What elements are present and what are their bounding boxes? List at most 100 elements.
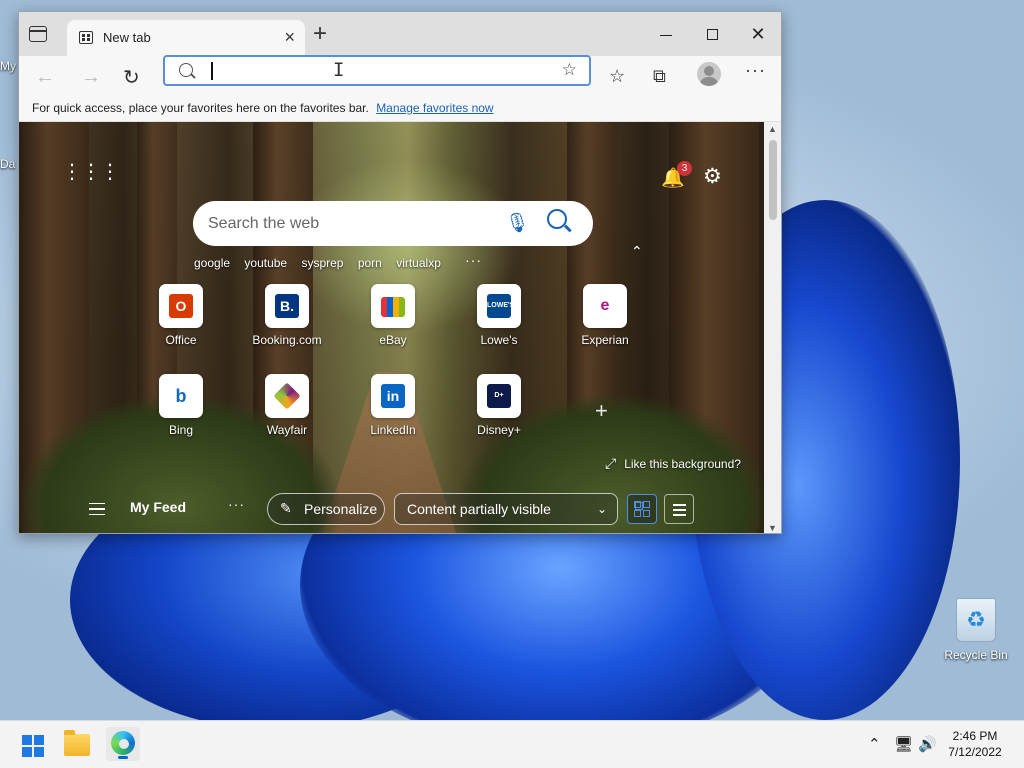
tab-new-tab[interactable]: New tab × xyxy=(67,20,305,56)
forward-icon[interactable]: → xyxy=(81,66,101,89)
system-clock[interactable]: 2:46 PM 7/12/2022 xyxy=(944,728,1006,760)
clock-date: 7/12/2022 xyxy=(948,745,1002,759)
settings-gear-icon[interactable]: ⚙ xyxy=(703,164,722,188)
desktop-icon-label[interactable]: Da xyxy=(0,157,15,171)
quick-link-experian[interactable]: e Experian xyxy=(560,284,650,347)
back-icon[interactable]: ← xyxy=(35,66,55,89)
recycle-bin-label: Recycle Bin xyxy=(944,648,1008,662)
quick-link-label: eBay xyxy=(379,333,407,347)
minimize-button[interactable] xyxy=(643,18,689,50)
feed-more-icon[interactable]: ··· xyxy=(228,496,245,512)
file-explorer-icon[interactable] xyxy=(64,730,90,756)
wayfair-icon xyxy=(273,382,301,410)
app-launcher-icon[interactable]: ⋮⋮⋮ xyxy=(62,161,120,181)
maximize-icon xyxy=(706,29,718,40)
quick-link-label: Booking.com xyxy=(252,333,322,347)
quick-link-bing[interactable]: b Bing xyxy=(136,374,226,437)
content-visibility-dropdown[interactable]: Content partially visible ⌄ xyxy=(394,493,618,525)
start-button[interactable] xyxy=(22,735,44,757)
personalize-button[interactable]: ✎ Personalize xyxy=(267,493,385,525)
quick-link-linkedin[interactable]: in LinkedIn xyxy=(348,374,438,437)
office-icon: O xyxy=(169,294,193,318)
like-background-label: Like this background? xyxy=(624,457,741,471)
browser-window: New tab × + ✕ ← → ↻ I ☆ ☆ ⧉ ··· For quic… xyxy=(18,11,782,534)
desktop-icon-label[interactable]: My xyxy=(0,59,16,73)
quick-search-link[interactable]: virtualxp xyxy=(396,256,441,270)
chevron-down-icon: ⌄ xyxy=(596,502,607,516)
new-tab-favicon-icon xyxy=(79,31,93,44)
quick-search-link[interactable]: youtube xyxy=(244,256,287,270)
quick-search-link[interactable]: google xyxy=(194,256,230,270)
windows-logo-icon xyxy=(34,735,44,745)
grid-icon xyxy=(643,510,650,517)
minimize-icon xyxy=(660,34,672,36)
quick-link-disney[interactable]: D+ Disney+ xyxy=(454,374,544,437)
quick-search-link[interactable]: sysprep xyxy=(301,256,343,270)
scroll-down-icon[interactable]: ▼ xyxy=(768,523,777,533)
recycle-bin-icon xyxy=(956,598,996,642)
my-feed-tab[interactable]: My Feed xyxy=(130,499,186,515)
favorites-icon[interactable]: ☆ xyxy=(609,66,625,87)
more-options-icon[interactable]: ··· xyxy=(745,60,766,81)
experian-icon: e xyxy=(593,294,617,318)
add-favorite-icon[interactable]: ☆ xyxy=(562,60,577,80)
content-visibility-value: Content partially visible xyxy=(407,501,551,517)
tab-actions-icon[interactable] xyxy=(29,26,47,42)
edge-icon xyxy=(111,731,135,755)
quick-link-booking[interactable]: B. Booking.com xyxy=(242,284,332,347)
active-indicator xyxy=(118,756,128,759)
collections-icon[interactable]: ⧉ xyxy=(653,66,666,87)
refresh-icon[interactable]: ↻ xyxy=(123,65,140,89)
grid-icon xyxy=(634,501,641,508)
volume-icon[interactable]: 🔊 xyxy=(918,735,937,753)
profile-avatar[interactable] xyxy=(697,62,721,86)
quick-link-wayfair[interactable]: Wayfair xyxy=(242,374,332,437)
favorites-bar: For quick access, place your favorites h… xyxy=(19,100,781,122)
page-scrollbar[interactable]: ▲ ▼ xyxy=(764,122,781,533)
close-window-button[interactable]: ✕ xyxy=(735,18,781,50)
search-placeholder: Search the web xyxy=(208,215,320,232)
address-bar[interactable]: I ☆ xyxy=(163,55,591,86)
scrollbar-thumb[interactable] xyxy=(769,140,777,220)
scroll-up-icon[interactable]: ▲ xyxy=(768,124,777,134)
network-icon[interactable]: 🖥 xyxy=(894,735,913,753)
clock-time: 2:46 PM xyxy=(952,729,998,743)
add-shortcut-button[interactable]: + xyxy=(595,398,608,424)
lowes-icon: LOWE'S xyxy=(487,294,514,318)
ebay-bag-icon xyxy=(381,297,405,317)
web-search-box[interactable]: Search the web 🎙 xyxy=(193,201,593,246)
grid-icon xyxy=(643,501,650,508)
maximize-button[interactable] xyxy=(689,18,735,50)
recycle-bin[interactable]: Recycle Bin xyxy=(940,598,1012,664)
quick-link-label: Disney+ xyxy=(477,423,521,437)
quick-link-label: LinkedIn xyxy=(370,423,416,437)
grid-icon xyxy=(634,510,641,517)
show-hidden-icons-chevron-icon[interactable]: ⌃ xyxy=(868,735,881,753)
grid-view-button[interactable] xyxy=(627,494,657,524)
quick-searches: google youtube sysprep porn virtualxp xyxy=(194,256,452,270)
collapse-chevron-up-icon[interactable]: ⌃ xyxy=(631,244,643,260)
new-tab-page: ⋮⋮⋮ 🔔 3 ⚙ Search the web 🎙 google youtub… xyxy=(19,122,766,533)
microphone-icon[interactable]: 🎙 xyxy=(505,211,529,234)
linkedin-icon: in xyxy=(381,384,405,408)
tab-close-icon[interactable]: × xyxy=(284,27,295,48)
quick-link-ebay[interactable]: eBay xyxy=(348,284,438,347)
feed-bar: My Feed ··· ✎ Personalize Content partial… xyxy=(19,484,766,533)
quick-link-lowes[interactable]: LOWE'S Lowe's xyxy=(454,284,544,347)
quick-link-office[interactable]: O Office xyxy=(136,284,226,347)
search-submit-icon[interactable] xyxy=(547,209,567,229)
mouse-cursor-ibeam-icon: I xyxy=(333,59,345,81)
quick-search-more-icon[interactable]: ··· xyxy=(465,252,482,268)
feed-menu-icon[interactable] xyxy=(89,503,105,515)
windows-logo-icon xyxy=(22,735,32,745)
edge-taskbar-button[interactable] xyxy=(106,727,140,761)
disney-plus-icon: D+ xyxy=(487,384,511,408)
title-bar: New tab × + ✕ xyxy=(19,12,781,56)
new-tab-button[interactable]: + xyxy=(313,20,327,48)
list-view-button[interactable] xyxy=(664,494,694,524)
like-background-link[interactable]: ⤢ Like this background? xyxy=(605,456,741,472)
windows-logo-icon xyxy=(22,747,32,757)
quick-search-link[interactable]: porn xyxy=(358,256,382,270)
quick-link-label: Bing xyxy=(168,423,194,437)
manage-favorites-link[interactable]: Manage favorites now xyxy=(376,101,493,115)
